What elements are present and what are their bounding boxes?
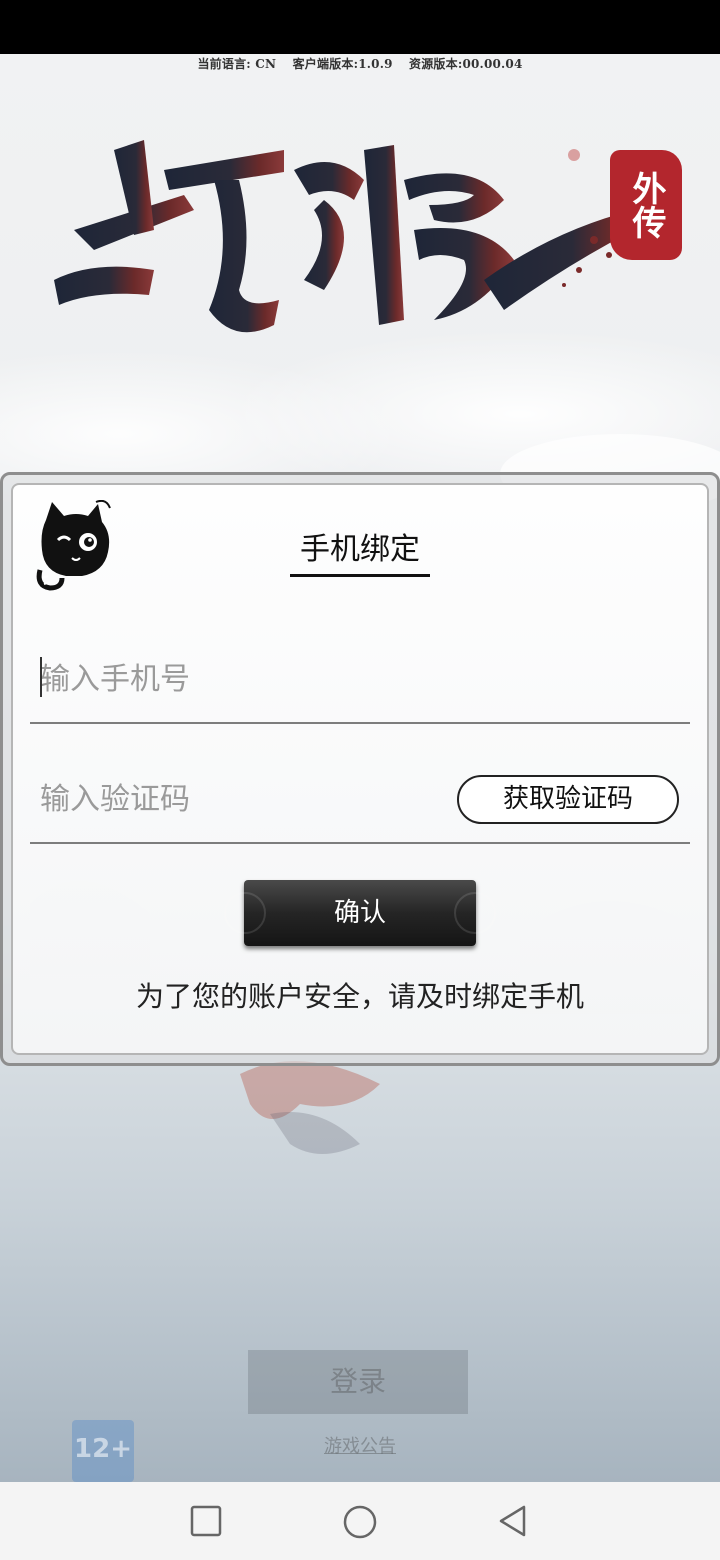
- version-info: 当前语言: CN 客户端版本:1.0.9 资源版本:00.00.04: [0, 55, 720, 72]
- code-input-underline: [30, 842, 690, 844]
- age-rating-badge: 12+: [72, 1420, 134, 1482]
- phone-number-input[interactable]: [38, 650, 442, 708]
- phone-input-underline: [30, 722, 690, 724]
- resource-version-label: 资源版本:00.00.04: [409, 57, 523, 71]
- confirm-button[interactable]: 确认: [224, 880, 496, 946]
- background-notice-link: 游戏公告: [324, 1436, 396, 1457]
- client-version-label: 客户端版本:1.0.9: [292, 57, 393, 71]
- cat-mascot-icon: [36, 500, 111, 591]
- game-logo: [54, 140, 644, 333]
- status-bar: [0, 0, 720, 54]
- get-verification-code-button[interactable]: 获取验证码: [457, 775, 679, 824]
- navigation-bar: [0, 1482, 720, 1560]
- triangle-back-icon[interactable]: [496, 1503, 530, 1539]
- language-label: 当前语言: CN: [197, 57, 277, 71]
- square-recent-icon[interactable]: [190, 1505, 222, 1537]
- verification-code-input[interactable]: [38, 770, 442, 828]
- security-notice: 为了您的账户安全，请及时绑定手机: [135, 980, 584, 1013]
- dialog-title: 手机绑定: [290, 524, 430, 577]
- background-login-button: 登录: [248, 1350, 468, 1414]
- logo-stamp: 外传: [610, 150, 682, 260]
- text-cursor: [40, 657, 42, 697]
- circle-home-icon[interactable]: [342, 1504, 378, 1540]
